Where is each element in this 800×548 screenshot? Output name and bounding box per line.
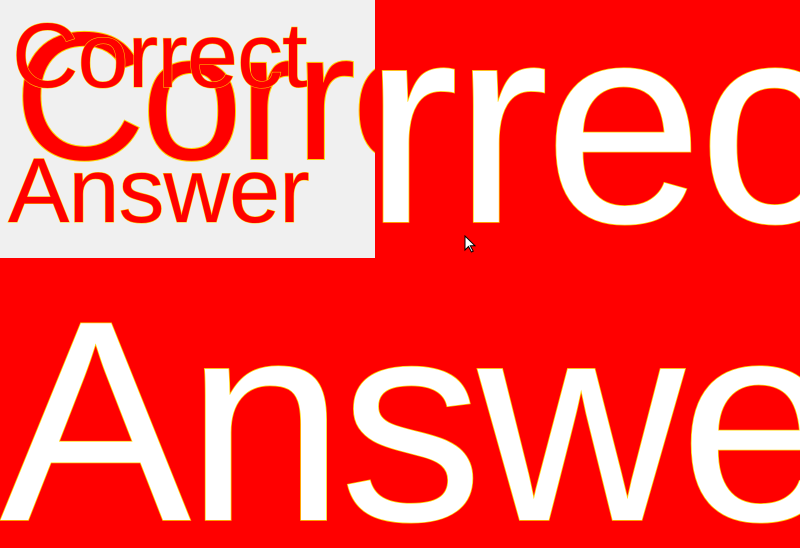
correct-answer-screen: Correct Answer Correct Correct Answer	[0, 0, 800, 548]
mouse-pointer-icon	[464, 235, 476, 253]
panel-small-correct-text: Correct	[12, 5, 309, 107]
panel-small-answer-text: Answer	[8, 140, 311, 242]
overlay-answer-panel: Correct Correct Answer	[0, 0, 375, 258]
main-answer-text: Answer	[0, 261, 800, 548]
